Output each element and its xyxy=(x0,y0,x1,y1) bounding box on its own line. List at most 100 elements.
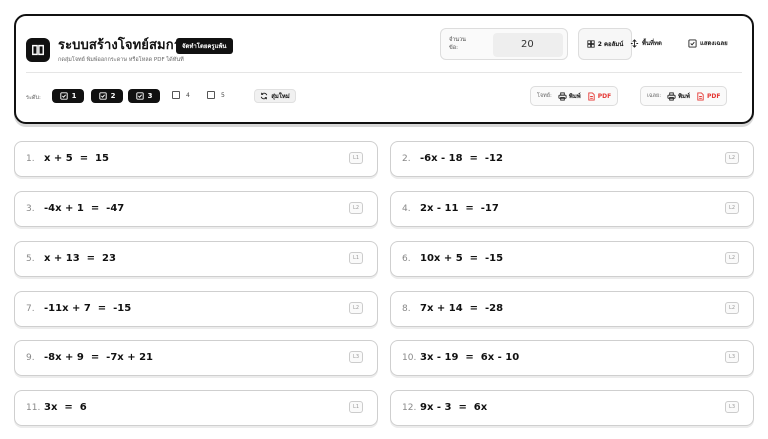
problem-level-tag: L2 xyxy=(725,252,739,264)
pdf-problems-label: PDF xyxy=(597,92,612,100)
problem-card: 7. -11x + 7 = -15 L2 xyxy=(14,291,378,327)
problem-level-tag: L1 xyxy=(349,401,363,413)
checkbox-checked-icon xyxy=(135,92,144,100)
pdf-file-icon xyxy=(697,91,704,101)
printer-icon xyxy=(558,91,567,101)
print-problems-button[interactable]: พิมพ์ xyxy=(558,91,581,101)
answers-print-group: เฉลย: พิมพ์ PDF xyxy=(640,86,728,106)
problem-card: 6. 10x + 5 = -15 L2 xyxy=(390,241,754,277)
printer-icon xyxy=(667,91,676,101)
problem-card: 12. 9x - 3 = 6x L3 xyxy=(390,390,754,426)
problem-number: 7. xyxy=(26,304,35,314)
spacing-button[interactable]: พื้นที่ทด xyxy=(630,38,662,48)
author-badge: จัดทำโดยครูแพ้น xyxy=(176,38,233,54)
checkbox-empty-icon xyxy=(207,91,215,99)
problem-level-tag: L2 xyxy=(725,302,739,314)
problem-equation: 7x + 14 = -28 xyxy=(420,303,504,314)
problems-print-group: โจทย์: พิมพ์ PDF xyxy=(530,86,619,106)
level-1-toggle[interactable]: 1 xyxy=(52,89,84,103)
problem-equation: x + 5 = 15 xyxy=(44,153,109,164)
level-4-toggle[interactable]: 4 xyxy=(172,91,190,99)
problem-level-tag: L1 xyxy=(349,252,363,264)
grid-icon xyxy=(587,40,595,48)
problem-equation: 2x - 11 = -17 xyxy=(420,203,499,214)
app-title: ระบบสร้างโจทย์สมการ xyxy=(58,38,189,53)
problem-level-tag: L1 xyxy=(349,152,363,164)
pdf-file-icon xyxy=(588,91,595,101)
problem-level-tag: L2 xyxy=(349,302,363,314)
problem-equation: 3x - 19 = 6x - 10 xyxy=(420,352,520,363)
problem-equation: -8x + 9 = -7x + 21 xyxy=(44,352,153,363)
level-1-label: 1 xyxy=(71,92,77,100)
problem-equation: 3x = 6 xyxy=(44,402,87,413)
problem-number: 11. xyxy=(26,403,41,413)
checkbox-checked-icon xyxy=(98,92,107,100)
pdf-answers-label: PDF xyxy=(706,92,721,100)
show-answers-label: แสดงเฉลย xyxy=(700,40,728,47)
problem-number: 5. xyxy=(26,254,35,264)
print-answers-label: พิมพ์ xyxy=(678,93,690,100)
problem-number: 8. xyxy=(402,304,411,314)
level-3-label: 3 xyxy=(147,92,153,100)
problem-level-tag: L3 xyxy=(349,351,363,363)
print-problems-label: พิมพ์ xyxy=(568,93,581,100)
problem-level-tag: L2 xyxy=(725,202,739,214)
problem-equation: -4x + 1 = -47 xyxy=(44,203,125,214)
problem-number: 1. xyxy=(26,154,35,164)
problem-number: 10. xyxy=(402,353,417,363)
problem-equation: 10x + 5 = -15 xyxy=(420,253,504,264)
columns-button[interactable]: 2 คอลัมน์ xyxy=(578,28,632,60)
problem-number: 6. xyxy=(402,254,411,264)
shuffle-label: สุ่มใหม่ xyxy=(271,93,290,100)
problem-level-tag: L3 xyxy=(725,401,739,413)
spacing-label: พื้นที่ทด xyxy=(642,40,662,47)
pdf-answers-button[interactable]: PDF xyxy=(696,91,721,101)
control-panel: ระบบสร้างโจทย์สมการ จัดทำโดยครูแพ้น กดสุ… xyxy=(14,14,754,124)
level-2-label: 2 xyxy=(110,92,116,100)
problem-equation: -6x - 18 = -12 xyxy=(420,153,503,164)
show-answers-button[interactable]: แสดงเฉลย xyxy=(688,38,728,48)
expand-vertical-icon xyxy=(630,38,639,48)
app-subtitle: กดสุ่มโจทย์ พิมพ์ออกกระดาษ หรือโหลด PDF … xyxy=(58,57,184,63)
problem-card: 5. x + 13 = 23 L1 xyxy=(14,241,378,277)
problem-equation: 9x - 3 = 6x xyxy=(420,402,488,413)
problem-card: 9. -8x + 9 = -7x + 21 L3 xyxy=(14,340,378,376)
problem-card: 3. -4x + 1 = -47 L2 xyxy=(14,191,378,227)
level-5-toggle[interactable]: 5 xyxy=(207,91,225,99)
level-2-toggle[interactable]: 2 xyxy=(91,89,123,103)
problem-card: 2. -6x - 18 = -12 L2 xyxy=(390,141,754,177)
panel-divider xyxy=(26,72,742,73)
problem-level-tag: L2 xyxy=(725,152,739,164)
columns-label: 2 คอลัมน์ xyxy=(597,41,624,48)
checkbox-checked-icon xyxy=(59,92,68,100)
problem-card: 4. 2x - 11 = -17 L2 xyxy=(390,191,754,227)
problem-equation: x + 13 = 23 xyxy=(44,253,116,264)
problem-count-label: จำนวนข้อ: xyxy=(449,37,466,51)
problem-number: 2. xyxy=(402,154,411,164)
problem-level-tag: L3 xyxy=(725,351,739,363)
problem-card: 11. 3x = 6 L1 xyxy=(14,390,378,426)
problem-card: 8. 7x + 14 = -28 L2 xyxy=(390,291,754,327)
refresh-icon xyxy=(261,92,268,100)
problem-card: 1. x + 5 = 15 L1 xyxy=(14,141,378,177)
problem-level-tag: L2 xyxy=(349,202,363,214)
answers-print-label: เฉลย: xyxy=(647,93,662,99)
problem-count-field: จำนวนข้อ: 20 xyxy=(440,28,568,60)
level-3-toggle[interactable]: 3 xyxy=(128,89,160,103)
problem-number: 3. xyxy=(26,204,35,214)
level-label: ระดับ: xyxy=(26,95,41,101)
shuffle-button[interactable]: สุ่มใหม่ xyxy=(254,89,296,103)
level-5-label: 5 xyxy=(221,91,225,99)
book-icon xyxy=(26,38,50,62)
level-4-label: 4 xyxy=(186,91,190,99)
problem-number: 9. xyxy=(26,353,35,363)
pdf-problems-button[interactable]: PDF xyxy=(587,91,612,101)
problems-print-label: โจทย์: xyxy=(537,93,552,99)
print-answers-button[interactable]: พิมพ์ xyxy=(667,91,690,101)
problem-card: 10. 3x - 19 = 6x - 10 L3 xyxy=(390,340,754,376)
checkbox-empty-icon xyxy=(172,91,180,99)
checkbox-icon xyxy=(688,38,697,48)
problem-count-input[interactable]: 20 xyxy=(493,33,563,57)
problem-number: 12. xyxy=(402,403,417,413)
problem-equation: -11x + 7 = -15 xyxy=(44,303,132,314)
